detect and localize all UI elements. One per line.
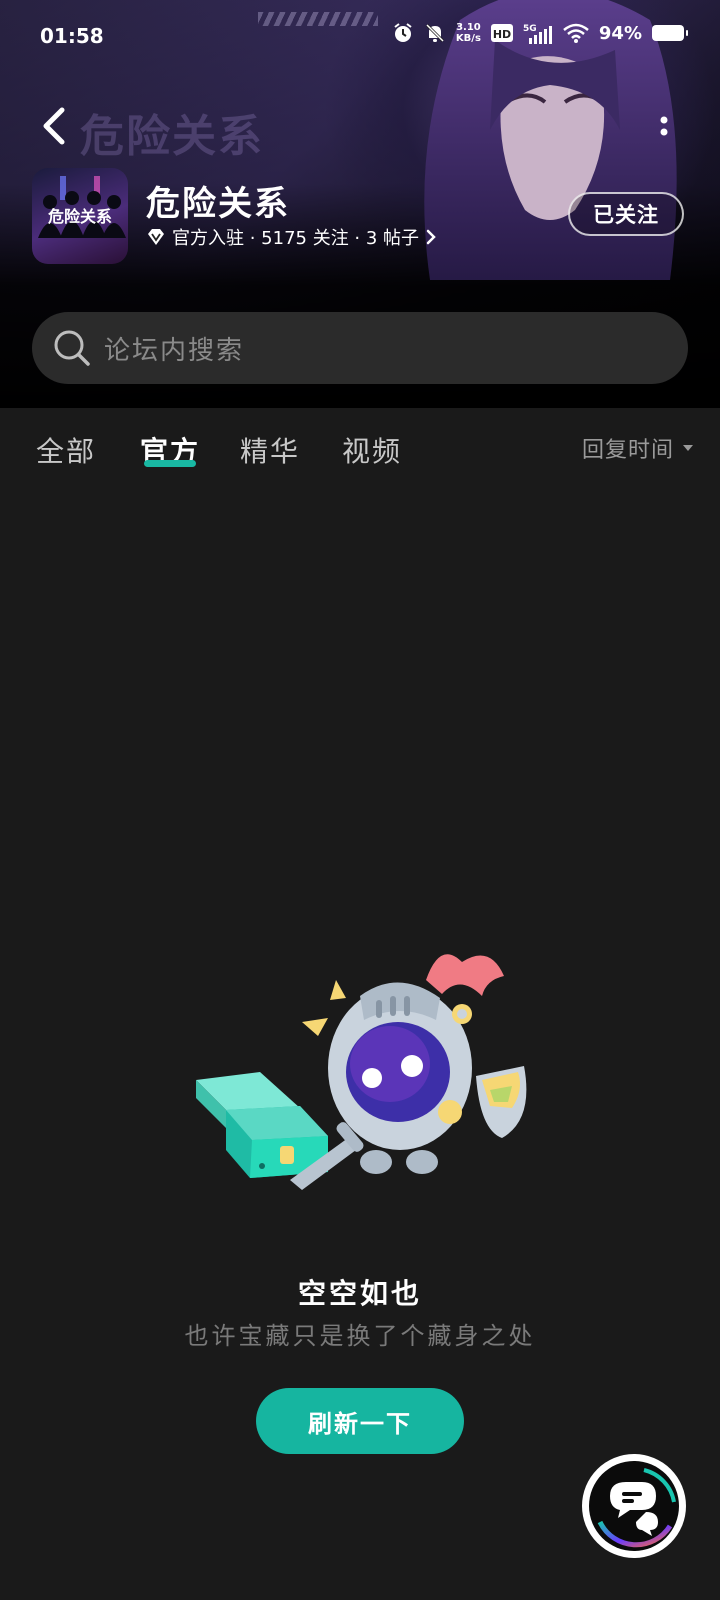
network-speed: 3.10 KB/s xyxy=(455,22,481,44)
back-arrow-icon[interactable] xyxy=(36,104,72,148)
svg-text:HD: HD xyxy=(493,28,511,41)
hd-icon: HD xyxy=(490,24,513,42)
empty-state-knight-illustration xyxy=(196,954,527,1190)
caret-down-icon xyxy=(683,445,693,451)
forum-meta-text: 官方入驻 · 5175 关注 · 3 帖子 xyxy=(172,228,420,249)
tab-video[interactable]: 视频 xyxy=(342,430,402,470)
official-diamond-icon xyxy=(148,229,164,245)
battery-icon xyxy=(652,25,688,41)
svg-text:危险关系: 危险关系 xyxy=(48,207,112,226)
search-icon xyxy=(54,330,90,366)
tab-featured[interactable]: 精华 xyxy=(240,430,300,470)
battery-percent: 94% xyxy=(598,22,642,44)
empty-state-title: 空空如也 xyxy=(297,1277,422,1310)
forum-search-bar[interactable]: 论坛内搜索 xyxy=(32,312,688,384)
refresh-button[interactable]: 刷新一下 xyxy=(256,1388,464,1454)
sort-dropdown[interactable]: 回复时间 xyxy=(582,432,694,464)
empty-state-subtitle: 也许宝藏只是换了个藏身之处 xyxy=(184,1322,536,1350)
search-placeholder: 论坛内搜索 xyxy=(104,335,245,366)
status-bar: 01:58 3.10 KB/s HD 5G 94% xyxy=(0,0,720,74)
alarm-icon xyxy=(394,23,412,42)
mute-bell-icon xyxy=(425,23,444,43)
sort-label: 回复时间 xyxy=(581,438,674,463)
status-time: 01:58 xyxy=(40,24,104,48)
forum-avatar[interactable]: 危险关系 xyxy=(32,168,128,264)
chevron-right-icon xyxy=(426,229,436,245)
chat-bubble-icon[interactable] xyxy=(580,1452,688,1560)
banner-logo-text: 危险关系 xyxy=(80,111,264,162)
active-tab-indicator xyxy=(144,460,196,467)
forum-avatar-art: 危险关系 xyxy=(38,176,126,238)
wifi-icon xyxy=(563,23,589,43)
forum-title: 危险关系 xyxy=(146,184,290,224)
more-options-icon[interactable] xyxy=(652,110,676,146)
signal-5g-icon: 5G xyxy=(523,24,552,44)
forum-meta[interactable]: 官方入驻 · 5175 关注 · 3 帖子 xyxy=(146,224,437,250)
tab-all[interactable]: 全部 xyxy=(36,430,96,470)
followed-button[interactable]: 已关注 xyxy=(568,192,684,236)
svg-text:5G: 5G xyxy=(523,24,537,34)
